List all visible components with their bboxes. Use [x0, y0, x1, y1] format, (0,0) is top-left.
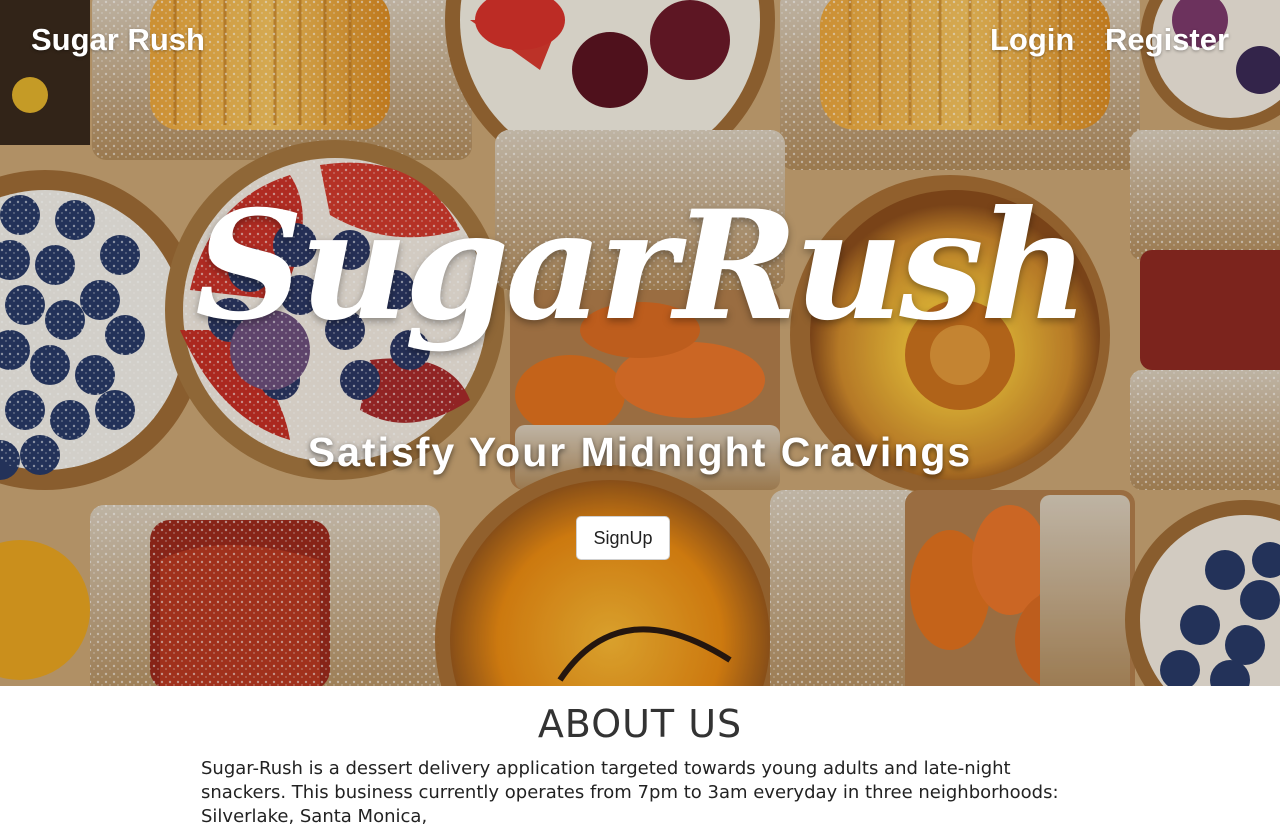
- about-description: Sugar-Rush is a dessert delivery applica…: [201, 758, 1059, 827]
- login-link[interactable]: Login: [990, 22, 1074, 58]
- signup-button[interactable]: SignUp: [576, 516, 670, 560]
- brand-link[interactable]: Sugar Rush: [31, 22, 205, 58]
- about-heading: ABOUT US: [537, 702, 743, 746]
- hero-tagline: Satisfy Your Midnight Cravings: [307, 429, 973, 475]
- hero-section: Sugar Rush Login Register SugarRush Sati…: [0, 0, 1280, 686]
- register-link[interactable]: Register: [1105, 22, 1229, 58]
- hero-logo-text: SugarRush: [195, 178, 1089, 354]
- hero-logo: SugarRush: [0, 178, 1280, 354]
